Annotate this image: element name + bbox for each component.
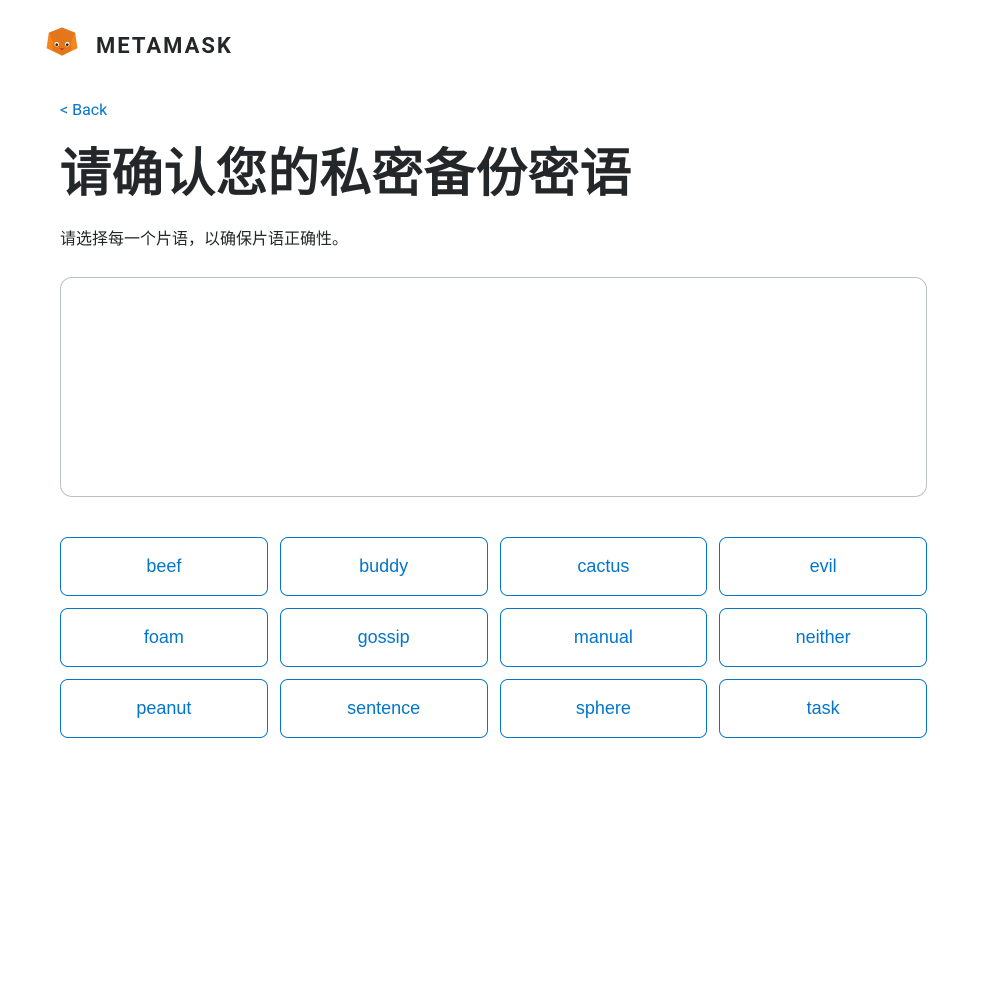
word-chip-word-9[interactable]: peanut (60, 679, 268, 738)
header: METAMASK (0, 0, 987, 84)
word-chip-word-2[interactable]: buddy (280, 537, 488, 596)
word-chip-word-4[interactable]: evil (719, 537, 927, 596)
word-chip-word-8[interactable]: neither (719, 608, 927, 667)
word-chip-word-1[interactable]: beef (60, 537, 268, 596)
word-chip-word-10[interactable]: sentence (280, 679, 488, 738)
word-chip-word-5[interactable]: foam (60, 608, 268, 667)
word-chip-word-3[interactable]: cactus (500, 537, 708, 596)
word-chip-word-7[interactable]: manual (500, 608, 708, 667)
word-grid: beefbuddycactusevil foamgossipmanualneith… (60, 537, 927, 738)
word-chip-word-6[interactable]: gossip (280, 608, 488, 667)
word-chip-word-11[interactable]: sphere (500, 679, 708, 738)
page-title: 请确认您的私密备份密语 (60, 143, 927, 205)
word-chip-word-12[interactable]: task (719, 679, 927, 738)
main-content: < Back 请确认您的私密备份密语 请选择每一个片语，以确保片语正确性。 be… (0, 84, 987, 778)
app-title: METAMASK (96, 34, 233, 59)
phrase-drop-area[interactable] (60, 277, 927, 497)
metamask-logo-icon (40, 24, 84, 68)
page-subtitle: 请选择每一个片语，以确保片语正确性。 (60, 225, 927, 249)
back-link[interactable]: < Back (60, 100, 107, 119)
